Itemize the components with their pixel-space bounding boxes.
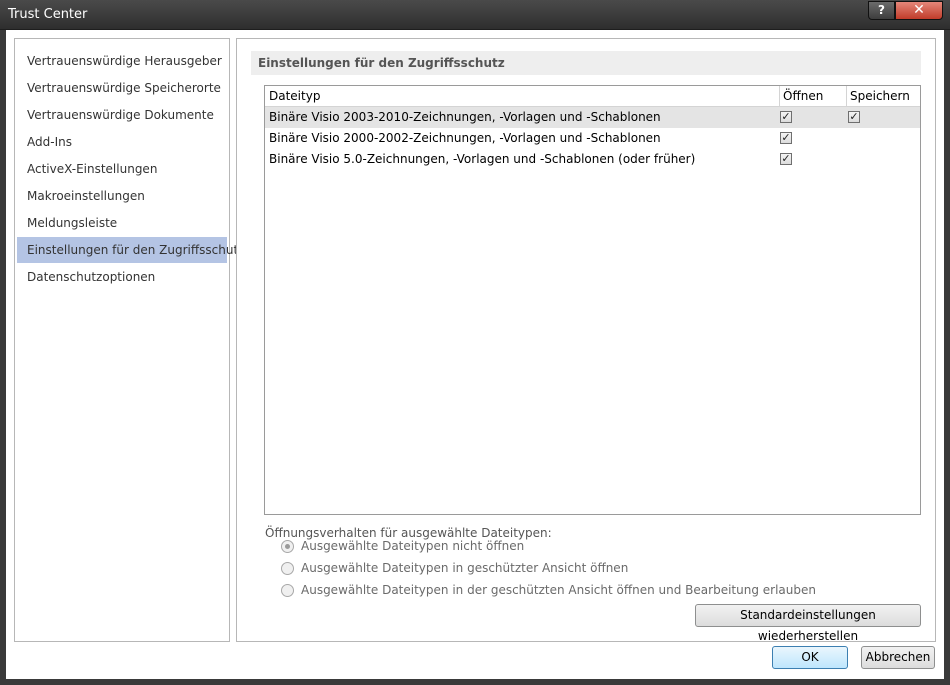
- radio-label: Ausgewählte Dateitypen in der geschützte…: [301, 583, 816, 597]
- nav-item-activex-settings[interactable]: ActiveX-Einstellungen: [17, 156, 227, 182]
- dialog-client-area: Vertrauenswürdige Herausgeber Vertrauens…: [6, 30, 944, 679]
- title-bar[interactable]: Trust Center ? ✕: [0, 0, 950, 30]
- nav-item-add-ins[interactable]: Add-Ins: [17, 129, 227, 155]
- nav-item-message-bar[interactable]: Meldungsleiste: [17, 210, 227, 236]
- open-checkbox[interactable]: ✓: [780, 132, 792, 144]
- radio-button[interactable]: [281, 584, 294, 597]
- nav-item-privacy-options[interactable]: Datenschutzoptionen: [17, 264, 227, 290]
- table-row[interactable]: Binäre Visio 2003-2010-Zeichnungen, -Vor…: [265, 107, 920, 128]
- file-type-cell: Binäre Visio 5.0-Zeichnungen, -Vorlagen …: [269, 152, 696, 166]
- settings-panel: Einstellungen für den Zugriffsschutz Dat…: [236, 38, 936, 643]
- file-type-table: Dateityp Öffnen Speichern Binäre Visio 2…: [264, 85, 921, 515]
- window-title: Trust Center: [8, 7, 88, 22]
- nav-item-trusted-documents[interactable]: Vertrauenswürdige Dokumente: [17, 102, 227, 128]
- restore-defaults-button[interactable]: Standardeinstellungen wiederherstellen: [695, 604, 921, 643]
- category-list: Vertrauenswürdige Herausgeber Vertrauens…: [14, 38, 244, 642]
- cancel-button[interactable]: Abbrechen: [861, 646, 935, 669]
- window-frame-right: [944, 30, 950, 685]
- open-checkbox[interactable]: ✓: [780, 153, 792, 165]
- open-checkbox[interactable]: ✓: [780, 111, 792, 123]
- window-frame-bottom: [0, 679, 950, 685]
- table-row[interactable]: Binäre Visio 2000-2002-Zeichnungen, -Vor…: [265, 128, 920, 149]
- column-header-file-type[interactable]: Dateityp: [265, 86, 779, 106]
- radio-label: Ausgewählte Dateitypen nicht öffnen: [301, 539, 525, 553]
- help-button[interactable]: ?: [868, 1, 895, 20]
- table-row[interactable]: Binäre Visio 5.0-Zeichnungen, -Vorlagen …: [265, 149, 920, 170]
- ok-button[interactable]: OK: [772, 646, 848, 669]
- radio-button[interactable]: [281, 562, 294, 575]
- radio-label: Ausgewählte Dateitypen in geschützter An…: [301, 561, 629, 575]
- save-checkbox[interactable]: ✓: [848, 111, 860, 123]
- column-header-save[interactable]: Speichern: [846, 86, 920, 106]
- close-button[interactable]: ✕: [895, 1, 943, 20]
- nav-item-macro-settings[interactable]: Makroeinstellungen: [17, 183, 227, 209]
- column-header-open[interactable]: Öffnen: [779, 86, 846, 106]
- table-header: Dateityp Öffnen Speichern: [265, 86, 920, 107]
- nav-item-trusted-locations[interactable]: Vertrauenswürdige Speicherorte: [17, 75, 227, 101]
- section-title: Einstellungen für den Zugriffsschutz: [251, 51, 921, 75]
- radio-button[interactable]: [281, 540, 294, 553]
- file-type-cell: Binäre Visio 2003-2010-Zeichnungen, -Vor…: [269, 110, 661, 124]
- nav-item-file-block-settings[interactable]: Einstellungen für den Zugriffsschutz: [17, 237, 244, 263]
- nav-item-trusted-publishers[interactable]: Vertrauenswürdige Herausgeber: [17, 48, 227, 74]
- file-type-cell: Binäre Visio 2000-2002-Zeichnungen, -Vor…: [269, 131, 661, 145]
